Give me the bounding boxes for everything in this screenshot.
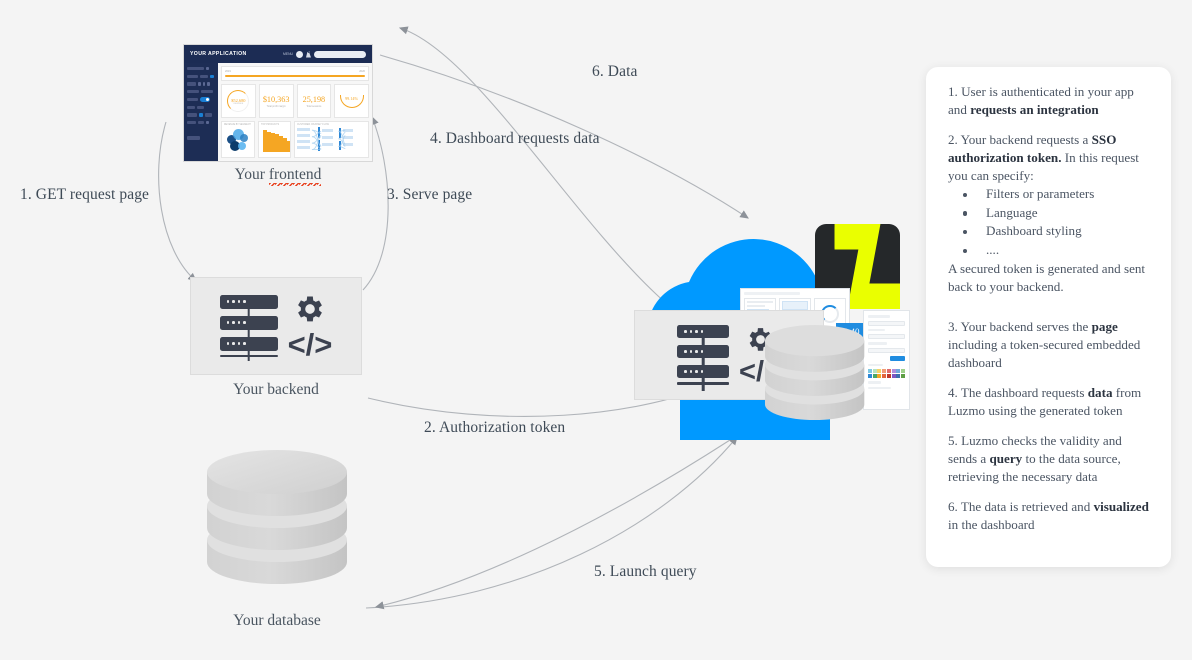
frontend-caption-word: frontend (268, 166, 322, 186)
notification-icon[interactable] (296, 50, 303, 58)
chart-title: CUSTOMER JOURNEY FLOW (297, 124, 329, 126)
info-step-2-bullets: Filters or parameters Language Dashboard… (952, 185, 1149, 259)
arc-gauge-chart: 99.14% (339, 94, 364, 108)
bullet-item: Dashboard styling (952, 222, 1149, 241)
info-step-3: 3. Your backend serves the page includin… (948, 318, 1141, 370)
frontend-timeline-banner: 2019 2020 (221, 66, 369, 81)
bubble-chart-icon (224, 127, 252, 155)
flow-label-step1: 1. GET request page (20, 186, 150, 203)
frontend-app-title: YOUR APPLICATION (190, 51, 247, 57)
arrow-query-return (374, 439, 731, 610)
kpi-value: 99.14% (345, 95, 359, 101)
frontend-dashboard-mock: YOUR APPLICATION MENU 2019 2020 $52,680 … (183, 44, 373, 162)
bullet-item: Filters or parameters (952, 185, 1149, 204)
dashboard-styling-panel-preview (863, 310, 910, 410)
backend-caption: Your backend (233, 381, 319, 398)
color-palette-grid[interactable] (868, 369, 905, 379)
diagram-canvas: YOUR APPLICATION MENU 2019 2020 $52,680 … (0, 0, 1192, 660)
flow-label-step6: 6. Data (592, 63, 638, 80)
luzmo-database-icon (764, 325, 865, 421)
kpi-value: $10,363 (262, 94, 290, 104)
bar-chart (261, 127, 290, 155)
chart-card-sankey: CUSTOMER JOURNEY FLOW (294, 121, 369, 158)
flow-label-step4: 4. Dashboard requests data (430, 130, 600, 147)
kpi-label: Total sessions (306, 104, 322, 108)
frontend-caption: Your frontend (183, 166, 373, 186)
frontend-sidebar (184, 63, 218, 161)
chart-card-bar: TOP PRODUCTS (258, 121, 291, 158)
kpi-label: Total profit margin (266, 104, 286, 108)
chart-card-bubble: REVENUE BY SEGMENT (221, 121, 255, 158)
server-rack-icon (219, 294, 278, 358)
database-caption: Your database (233, 612, 321, 629)
gauge-chart: $52,680 REVENUE (227, 90, 250, 112)
info-step-2-note: A secured token is generated and sent ba… (948, 260, 1146, 294)
backend-node: </> (190, 277, 362, 375)
kpi-card-profit: $10,363 Total profit margin (258, 84, 294, 118)
banner-progress-line (225, 75, 365, 78)
kpi-value: 25,198 (302, 94, 326, 104)
frontend-kpi-row: $52,680 REVENUE $10,363 Total profit mar… (221, 84, 369, 118)
luzmo-platform-composite: 2:40 AVG 2:01 MED (620, 215, 920, 440)
sidebar-toggle[interactable] (200, 97, 210, 102)
bullet-item: Language (952, 204, 1149, 223)
info-step-6: 6. The data is retrieved and visualized … (948, 499, 1149, 533)
info-step-4: 4. The dashboard requests data from Luzm… (948, 384, 1142, 418)
gear-icon (298, 296, 322, 322)
info-step-1: 1. User is authenticated in your app and… (948, 84, 1134, 118)
kpi-label: REVENUE (233, 102, 244, 105)
code-brackets-icon: </> (287, 327, 333, 363)
frontend-main-content: 2019 2020 $52,680 REVENUE $10,363 Total … (218, 63, 372, 161)
kpi-card-uptime: 99.14% (334, 84, 369, 118)
sankey-diagram (297, 127, 366, 155)
kpi-card-sessions: 25,198 Total sessions (296, 84, 332, 118)
search-input[interactable] (314, 50, 366, 58)
banner-right-label: 2020 (359, 69, 365, 73)
frontend-topbar: YOUR APPLICATION MENU (184, 45, 372, 63)
bullet-item: .... (952, 241, 1149, 260)
user-avatar-icon[interactable] (306, 50, 311, 58)
info-step-2: 2. Your backend requests a SSO authoriza… (948, 132, 1139, 184)
arrow-launch-query (365, 436, 738, 609)
database-node-icon (207, 450, 347, 584)
flow-label-step3: 3. Serve page (387, 186, 473, 203)
frontend-topbar-actions: MENU (283, 50, 366, 58)
frontend-menu-label: MENU (283, 52, 293, 56)
explanation-panel: 1. User is authenticated in your app and… (926, 67, 1171, 567)
banner-left-label: 2019 (225, 69, 231, 73)
server-rack-icon (677, 325, 730, 385)
chart-title: TOP PRODUCTS (261, 124, 280, 126)
backend-symbols: </> (287, 292, 333, 363)
chart-title: REVENUE BY SEGMENT (224, 124, 251, 126)
info-step-5: 5. Luzmo checks the validity and sends a… (948, 433, 1122, 485)
frontend-chart-row: REVENUE BY SEGMENT TOP PRODUCTS CUSTOMER… (221, 121, 369, 158)
frontend-body: 2019 2020 $52,680 REVENUE $10,363 Total … (184, 63, 372, 161)
flow-label-step5: 5. Launch query (594, 563, 697, 580)
kpi-card-gauge: $52,680 REVENUE (221, 84, 256, 118)
flow-label-step2: 2. Authorization token (424, 419, 566, 436)
